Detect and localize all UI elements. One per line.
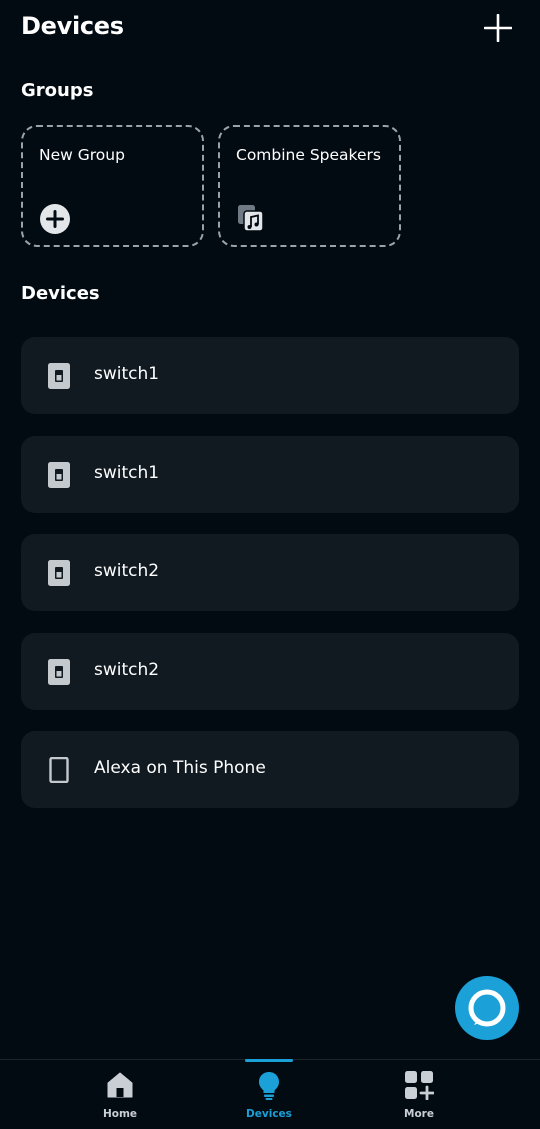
device-row-switch1[interactable]: switch1: [21, 436, 519, 513]
alexa-icon: [468, 989, 506, 1027]
speaker-music-icon: [238, 205, 264, 232]
alexa-button[interactable]: [455, 976, 519, 1040]
bottom-nav: Home Devices More: [0, 1059, 540, 1129]
combine-speakers-card[interactable]: Combine Speakers: [218, 125, 401, 247]
nav-more-label: More: [404, 1108, 434, 1120]
new-group-label: New Group: [39, 146, 125, 164]
devices-screen: Devices Groups New Group Combine Speaker…: [0, 0, 540, 1129]
phone-icon: [49, 757, 69, 783]
device-label: switch2: [94, 660, 160, 680]
plus-icon: [484, 14, 512, 42]
grid-plus-icon: [405, 1071, 434, 1100]
device-row-alexa-phone[interactable]: Alexa on This Phone: [21, 731, 519, 808]
light-switch-icon: [48, 462, 70, 488]
nav-devices[interactable]: Devices: [214, 1060, 324, 1129]
devices-section-title: Devices: [21, 283, 100, 304]
light-switch-icon: [48, 363, 70, 389]
page-title: Devices: [21, 12, 124, 40]
device-row-switch1[interactable]: switch1: [21, 337, 519, 414]
device-label: switch1: [94, 463, 160, 483]
nav-home-label: Home: [102, 1108, 138, 1120]
device-row-switch2[interactable]: switch2: [21, 633, 519, 710]
groups-section-title: Groups: [21, 80, 94, 101]
device-row-switch2[interactable]: switch2: [21, 534, 519, 611]
device-label: Alexa on This Phone: [94, 758, 266, 778]
light-switch-icon: [48, 560, 70, 586]
device-label: switch1: [94, 364, 160, 384]
nav-home[interactable]: Home: [65, 1060, 175, 1129]
nav-devices-label: Devices: [246, 1108, 292, 1120]
home-icon: [107, 1072, 133, 1098]
lightbulb-icon: [259, 1072, 279, 1100]
nav-more[interactable]: More: [364, 1060, 474, 1129]
light-switch-icon: [48, 659, 70, 685]
device-label: switch2: [94, 561, 160, 581]
plus-circle-icon: [40, 204, 70, 234]
add-device-button[interactable]: [478, 8, 518, 48]
new-group-card[interactable]: New Group: [21, 125, 204, 247]
combine-speakers-label: Combine Speakers: [236, 146, 381, 164]
